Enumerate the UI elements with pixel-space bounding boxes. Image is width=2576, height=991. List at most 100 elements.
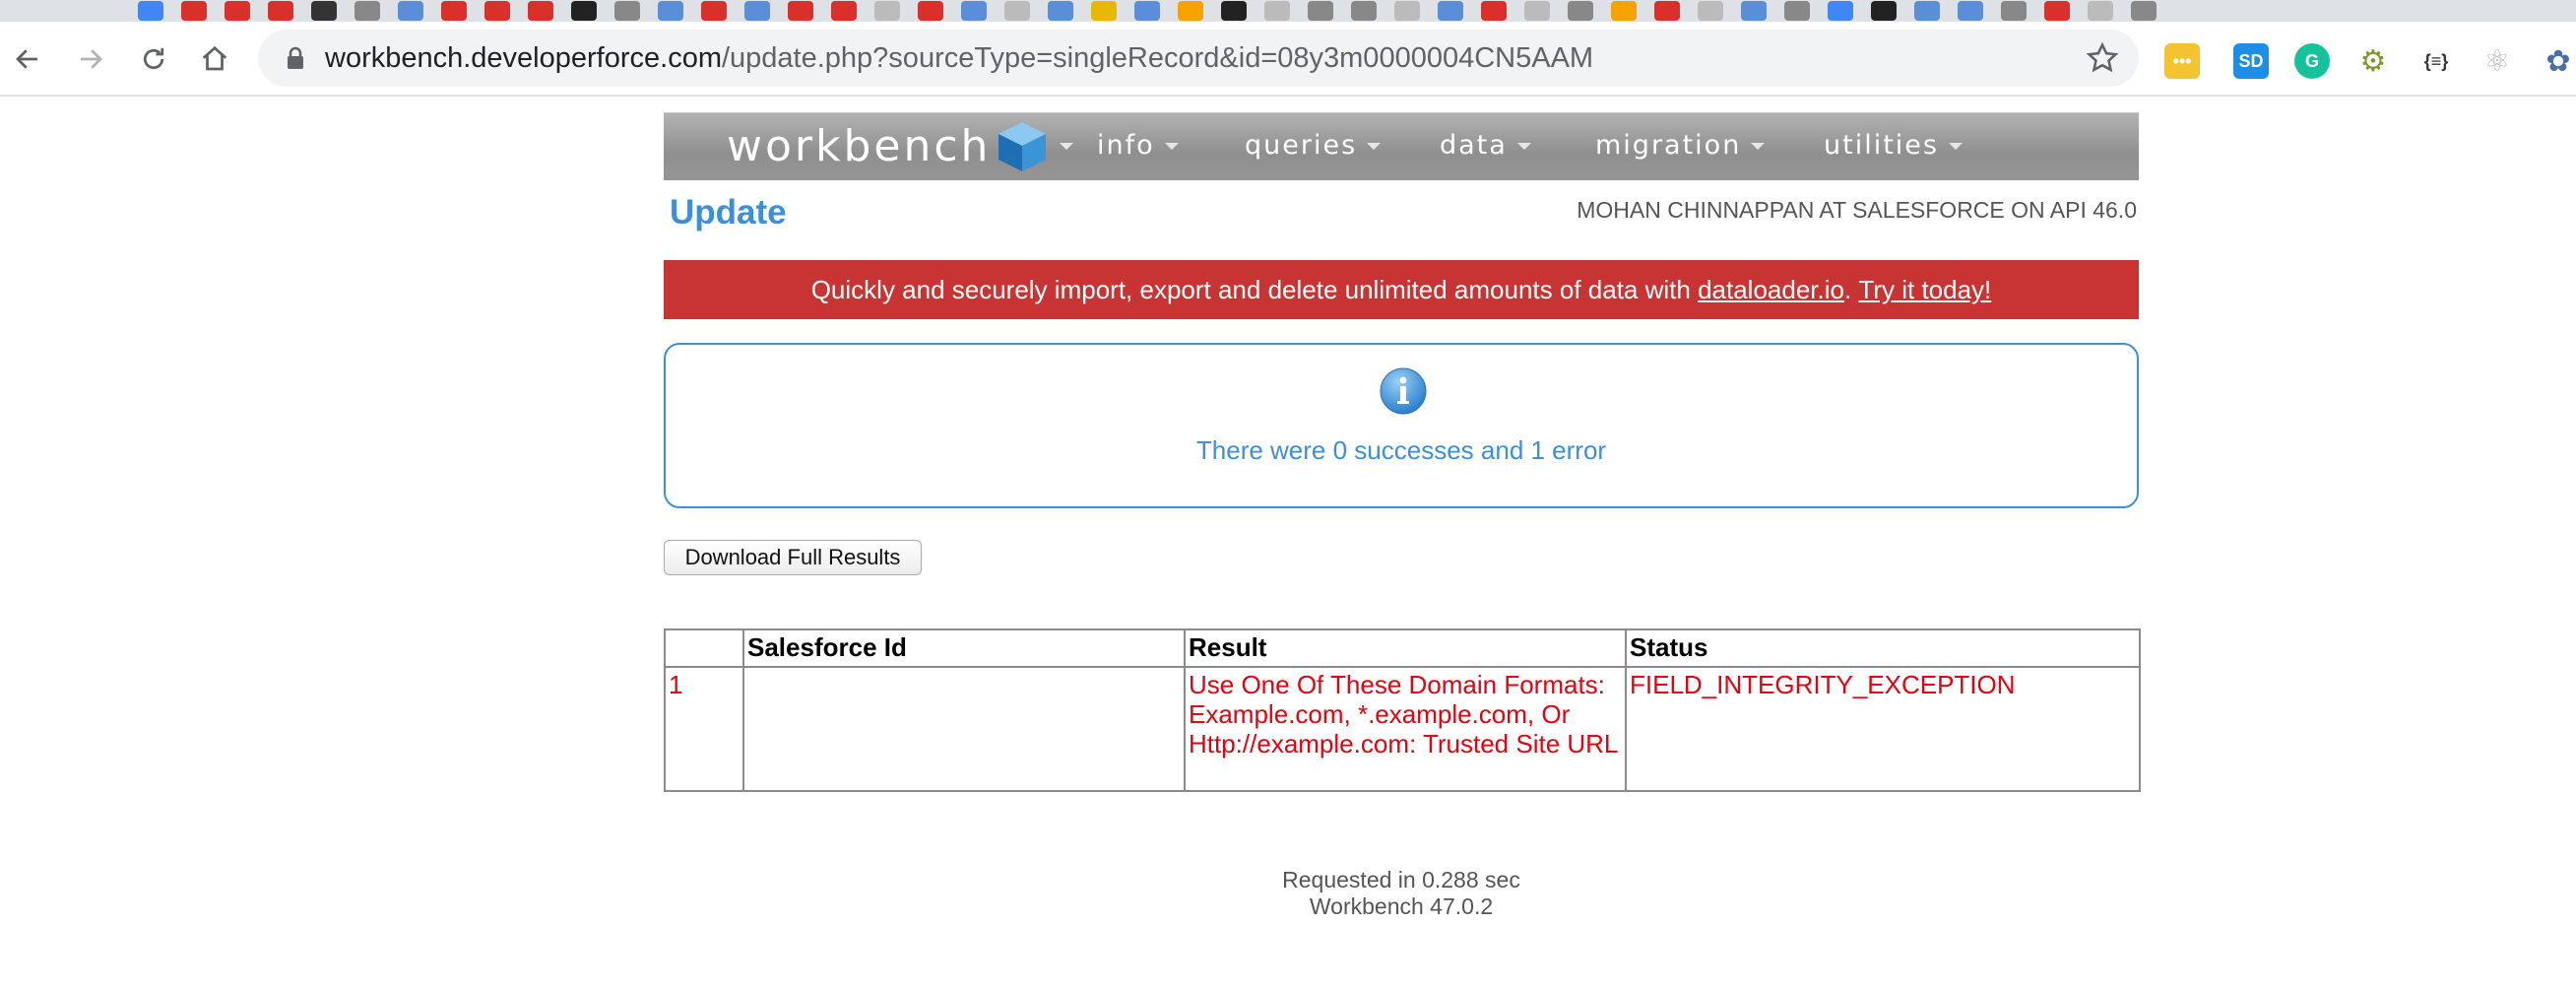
reload-button[interactable] xyxy=(134,39,173,79)
row-index: 1 xyxy=(664,666,744,792)
column-header-status: Status xyxy=(1625,628,2141,668)
user-info: MOHAN CHINNAPPAN AT SALESFORCE ON API 46… xyxy=(1577,197,2137,223)
tab-favicon-icon[interactable] xyxy=(181,1,207,21)
tab-favicon-icon[interactable] xyxy=(1698,1,1723,21)
tab-favicon-icon[interactable] xyxy=(1438,1,1463,21)
tab-favicon-icon[interactable] xyxy=(441,1,467,21)
cog-bike-ext-icon[interactable]: ⚙ xyxy=(2355,43,2391,79)
menu-info-label: info xyxy=(1097,130,1155,161)
tab-favicon-icon[interactable] xyxy=(225,1,250,21)
tab-favicon-icon[interactable] xyxy=(528,1,553,21)
tab-favicon-icon[interactable] xyxy=(1828,1,1853,21)
chevron-down-icon xyxy=(1164,143,1179,150)
tab-favicon-icon[interactable] xyxy=(311,1,337,21)
result-summary: There were 0 successes and 1 error xyxy=(1195,435,1607,465)
menu-queries[interactable]: queries xyxy=(1245,130,1382,161)
info-icon xyxy=(1380,367,1427,415)
request-time: Requested in 0.288 sec xyxy=(1282,867,1520,892)
logo-text: workbench xyxy=(727,120,992,171)
tab-favicon-icon[interactable] xyxy=(571,1,597,21)
tab-favicon-icon[interactable] xyxy=(484,1,510,21)
tab-favicon-icon[interactable] xyxy=(2131,1,2157,21)
tab-favicon-icon[interactable] xyxy=(1914,1,1940,21)
tab-favicon-icon[interactable] xyxy=(2088,1,2113,21)
tab-favicon-icon[interactable] xyxy=(1958,1,1983,21)
tab-favicon-icon[interactable] xyxy=(1221,1,1247,21)
tab-favicon-icon[interactable] xyxy=(1611,1,1637,21)
address-bar[interactable]: workbench.developerforce.com/update.php?… xyxy=(258,30,2139,87)
home-button[interactable] xyxy=(195,39,234,79)
tab-favicon-icon[interactable] xyxy=(1048,1,1073,21)
browser-toolbar: workbench.developerforce.com/update.php?… xyxy=(0,22,2576,97)
forward-arrow-icon xyxy=(81,49,102,69)
back-button[interactable] xyxy=(8,39,47,79)
tab-favicon-icon[interactable] xyxy=(354,1,380,21)
try-it-today-link[interactable]: Try it today! xyxy=(1858,275,1991,305)
tab-favicon-icon[interactable] xyxy=(1264,1,1290,21)
page-title: Update xyxy=(670,193,787,231)
tab-favicon-icon[interactable] xyxy=(1394,1,1420,21)
tab-favicon-icon[interactable] xyxy=(614,1,640,21)
tab-favicon-icon[interactable] xyxy=(398,1,423,21)
menu-utilities-label: utilities xyxy=(1824,130,1939,161)
row-salesforce-id xyxy=(742,666,1186,792)
tab-favicon-icon[interactable] xyxy=(2001,1,2027,21)
download-full-results-button[interactable]: Download Full Results xyxy=(664,540,922,575)
tab-favicon-icon[interactable] xyxy=(1871,1,1897,21)
tab-favicon-icon[interactable] xyxy=(138,1,163,21)
tab-favicon-icon[interactable] xyxy=(1741,1,1767,21)
tab-favicon-icon[interactable] xyxy=(961,1,987,21)
chevron-down-icon xyxy=(1516,143,1531,150)
tab-favicon-icon[interactable] xyxy=(1091,1,1117,21)
tab-favicon-icon[interactable] xyxy=(1654,1,1680,21)
tab-favicon-icon[interactable] xyxy=(658,1,683,21)
grammarly-ext-icon[interactable]: G xyxy=(2294,43,2330,79)
salesforce-sd-ext-icon[interactable]: SD xyxy=(2233,43,2269,79)
react-ext-icon[interactable]: ⚛ xyxy=(2479,43,2515,79)
tab-favicon-icon[interactable] xyxy=(1481,1,1507,21)
dataloader-link[interactable]: dataloader.io xyxy=(1698,275,1844,305)
row-result: Use One Of These Domain Formats: Example… xyxy=(1184,666,1627,792)
tab-favicon-icon[interactable] xyxy=(1178,1,1203,21)
tab-favicon-icon[interactable] xyxy=(918,1,943,21)
tab-favicon-icon[interactable] xyxy=(1568,1,1593,21)
column-header-result: Result xyxy=(1184,628,1627,668)
tab-favicon-icon[interactable] xyxy=(874,1,900,21)
tab-favicon-icon[interactable] xyxy=(1784,1,1810,21)
tab-favicon-icon[interactable] xyxy=(1524,1,1550,21)
menu-utilities[interactable]: utilities xyxy=(1824,130,1963,161)
tab-favicon-icon[interactable] xyxy=(1308,1,1333,21)
table-header-row: Salesforce Id Result Status xyxy=(664,628,2141,668)
tab-favicon-icon[interactable] xyxy=(1351,1,1377,21)
lock-icon xyxy=(288,46,303,69)
reload-icon xyxy=(143,47,164,70)
workbench-logo[interactable]: workbench xyxy=(727,120,1074,171)
column-header-salesforce-id: Salesforce Id xyxy=(742,628,1186,668)
tab-favicon-icon[interactable] xyxy=(744,1,770,21)
home-icon xyxy=(202,45,227,71)
json-ext-icon[interactable]: {≡} xyxy=(2418,43,2454,79)
back-arrow-icon xyxy=(16,49,37,69)
bookmark-star-icon[interactable] xyxy=(2086,41,2119,75)
menu-data-label: data xyxy=(1440,130,1508,161)
tab-favicon-icon[interactable] xyxy=(831,1,857,21)
tab-favicon-icon[interactable] xyxy=(1134,1,1160,21)
row-status: FIELD_INTEGRITY_EXCEPTION xyxy=(1625,666,2141,792)
menu-info[interactable]: info xyxy=(1097,130,1179,161)
menu-data[interactable]: data xyxy=(1440,130,1531,161)
tab-favicon-icon[interactable] xyxy=(788,1,813,21)
tab-favicon-icon[interactable] xyxy=(701,1,727,21)
tab-favicon-icon[interactable] xyxy=(268,1,293,21)
promo-separator: . xyxy=(1843,274,1859,304)
forward-button[interactable] xyxy=(71,39,110,79)
chevron-down-icon xyxy=(1367,143,1382,150)
tab-favicon-icon[interactable] xyxy=(2044,1,2070,21)
column-header-index xyxy=(664,628,744,668)
promo-text: Quickly and securely import, export and … xyxy=(810,274,1699,304)
gear-ext-icon[interactable]: ✿ xyxy=(2541,43,2576,79)
url-path: /update.php?sourceType=singleRecord&id=0… xyxy=(721,41,1594,74)
menu-migration[interactable]: migration xyxy=(1595,130,1766,161)
chevron-down-icon xyxy=(1948,143,1963,150)
dots-ext-icon[interactable]: ••• xyxy=(2164,43,2200,79)
tab-favicon-icon[interactable] xyxy=(1004,1,1030,21)
